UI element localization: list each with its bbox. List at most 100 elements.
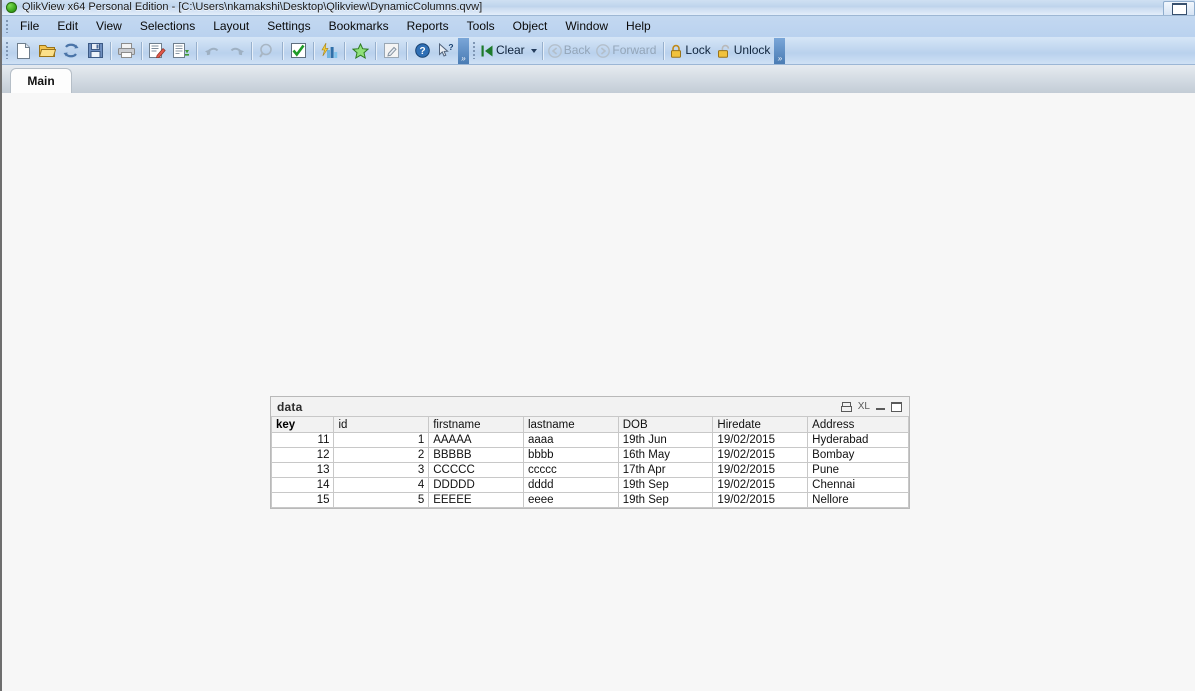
maximize-object-icon[interactable] <box>891 401 902 412</box>
cell-dob[interactable]: 19th Sep <box>617 492 714 508</box>
menu-settings[interactable]: Settings <box>258 17 319 36</box>
redo-button[interactable] <box>224 39 248 63</box>
menu-help[interactable]: Help <box>617 17 660 36</box>
open-document-button[interactable] <box>35 39 59 63</box>
cell-dob[interactable]: 16th May <box>617 447 714 463</box>
table-row[interactable]: 12 2 BBBBB bbbb 16th May 19/02/2015 Bomb… <box>270 447 909 463</box>
cell-address[interactable]: Bombay <box>807 447 909 463</box>
cell-key[interactable]: 11 <box>270 432 335 448</box>
menu-window[interactable]: Window <box>556 17 617 36</box>
cell-key[interactable]: 12 <box>270 447 335 463</box>
forward-button[interactable]: Forward <box>594 39 660 63</box>
cell-hiredate[interactable]: 19/02/2015 <box>712 462 809 478</box>
cell-firstname[interactable]: AAAAA <box>428 432 524 448</box>
cell-firstname[interactable]: DDDDD <box>428 477 524 493</box>
menu-layout[interactable]: Layout <box>204 17 258 36</box>
menu-tools[interactable]: Tools <box>458 17 504 36</box>
selections-toolbar-drag-handle[interactable] <box>469 37 478 65</box>
quick-chart-button[interactable] <box>317 39 341 63</box>
column-header-firstname[interactable]: firstname <box>428 416 524 433</box>
chevron-down-icon[interactable] <box>530 48 537 53</box>
column-header-lastname[interactable]: lastname <box>522 416 619 433</box>
cell-address[interactable]: Nellore <box>807 492 909 508</box>
data-table: key id firstname lastname DOB Hiredate A… <box>270 416 909 508</box>
cell-hiredate[interactable]: 19/02/2015 <box>712 492 809 508</box>
toolbar-separator <box>282 41 283 60</box>
save-button[interactable] <box>83 39 107 63</box>
menu-drag-handle[interactable] <box>2 16 11 37</box>
lock-button[interactable]: Lock <box>667 39 714 63</box>
cell-id[interactable]: 2 <box>333 447 430 463</box>
cell-hiredate[interactable]: 19/02/2015 <box>712 432 809 448</box>
new-document-button[interactable] <box>11 39 35 63</box>
object-caption-bar[interactable]: data XL <box>271 397 909 416</box>
minimize-object-icon[interactable] <box>876 402 885 411</box>
menu-bookmarks[interactable]: Bookmarks <box>320 17 398 36</box>
cell-lastname[interactable]: bbbb <box>522 447 619 463</box>
menu-file[interactable]: File <box>11 17 48 36</box>
cell-firstname[interactable]: BBBBB <box>428 447 524 463</box>
column-header-dob[interactable]: DOB <box>617 416 714 433</box>
table-row[interactable]: 13 3 CCCCC ccccc 17th Apr 19/02/2015 Pun… <box>270 462 909 478</box>
cell-address[interactable]: Pune <box>807 462 909 478</box>
cell-hiredate[interactable]: 19/02/2015 <box>712 477 809 493</box>
search-button[interactable] <box>255 39 279 63</box>
undo-button[interactable] <box>200 39 224 63</box>
reload-button[interactable] <box>59 39 83 63</box>
column-header-hiredate[interactable]: Hiredate <box>712 416 809 433</box>
cell-lastname[interactable]: aaaa <box>522 432 619 448</box>
table-viewer-button[interactable] <box>169 39 193 63</box>
cell-lastname[interactable]: eeee <box>522 492 619 508</box>
menu-edit[interactable]: Edit <box>48 17 87 36</box>
cell-dob[interactable]: 19th Jun <box>617 432 714 448</box>
table-row[interactable]: 11 1 AAAAA aaaa 19th Jun 19/02/2015 Hyde… <box>270 432 909 448</box>
cell-key[interactable]: 13 <box>270 462 335 478</box>
print-button[interactable] <box>114 39 138 63</box>
cell-address[interactable]: Chennai <box>807 477 909 493</box>
cell-key[interactable]: 15 <box>270 492 335 508</box>
unlock-label: Unlock <box>733 43 771 57</box>
design-grid-button[interactable] <box>379 39 403 63</box>
table-row[interactable]: 14 4 DDDDD dddd 19th Sep 19/02/2015 Chen… <box>270 477 909 493</box>
context-help-button[interactable]: ? <box>434 39 458 63</box>
menu-selections[interactable]: Selections <box>131 17 204 36</box>
selections-toolbar-overflow-button[interactable]: » <box>774 37 786 64</box>
cell-id[interactable]: 5 <box>333 492 430 508</box>
cell-hiredate[interactable]: 19/02/2015 <box>712 447 809 463</box>
print-object-icon[interactable] <box>840 401 852 412</box>
favorites-icon <box>351 42 369 59</box>
back-button[interactable]: Back <box>546 39 595 63</box>
menu-object[interactable]: Object <box>504 17 557 36</box>
cell-firstname[interactable]: CCCCC <box>428 462 524 478</box>
toolbar-drag-handle[interactable] <box>2 37 11 65</box>
select-possible-button[interactable] <box>286 39 310 63</box>
help-button[interactable]: ? <box>410 39 434 63</box>
cell-id[interactable]: 4 <box>333 477 430 493</box>
table-row[interactable]: 15 5 EEEEE eeee 19th Sep 19/02/2015 Nell… <box>270 492 909 508</box>
cell-key[interactable]: 14 <box>270 477 335 493</box>
toolbar-overflow-button[interactable]: » <box>458 37 469 64</box>
cell-firstname[interactable]: EEEEE <box>428 492 524 508</box>
edit-script-button[interactable] <box>145 39 169 63</box>
redo-icon <box>230 47 244 55</box>
menu-view[interactable]: View <box>87 17 131 36</box>
restore-window-button[interactable] <box>1163 1 1195 15</box>
cell-dob[interactable]: 17th Apr <box>617 462 714 478</box>
cell-lastname[interactable]: dddd <box>522 477 619 493</box>
column-header-id[interactable]: id <box>333 416 430 433</box>
clear-selections-button[interactable]: Clear <box>478 39 539 63</box>
menu-reports[interactable]: Reports <box>398 17 458 36</box>
menu-bar: File Edit View Selections Layout Setting… <box>2 16 1195 37</box>
sheet-tab-strip: Main <box>2 65 1195 93</box>
sheet-tab-main[interactable]: Main <box>10 68 72 93</box>
cell-dob[interactable]: 19th Sep <box>617 477 714 493</box>
cell-lastname[interactable]: ccccc <box>522 462 619 478</box>
column-header-key[interactable]: key <box>270 416 335 433</box>
add-bookmark-button[interactable] <box>348 39 372 63</box>
cell-id[interactable]: 3 <box>333 462 430 478</box>
cell-id[interactable]: 1 <box>333 432 430 448</box>
cell-address[interactable]: Hyderabad <box>807 432 909 448</box>
unlock-button[interactable]: Unlock <box>715 39 775 63</box>
column-header-address[interactable]: Address <box>807 416 909 433</box>
export-to-excel-icon[interactable]: XL <box>858 401 870 412</box>
